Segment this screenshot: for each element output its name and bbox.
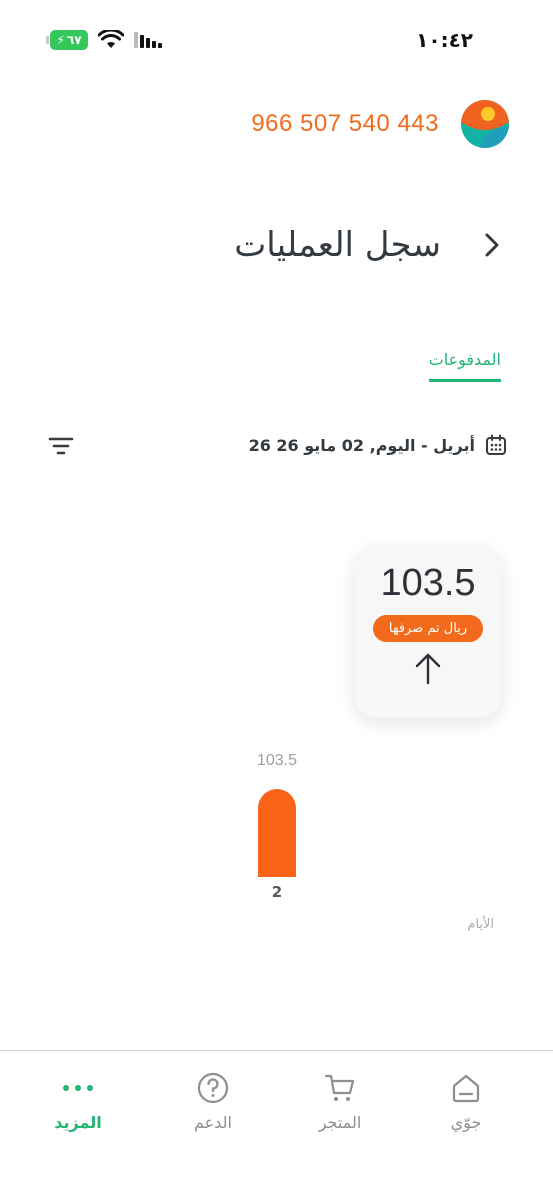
- nav-item-more[interactable]: المزيد: [28, 1071, 128, 1132]
- nav-label-support: الدعم: [194, 1113, 232, 1132]
- arrow-up-icon: [415, 653, 441, 685]
- chart-svg: 103.5 2 الأيام: [257, 752, 494, 932]
- summary-card: 103.5 ريال تم صرفها: [354, 544, 502, 718]
- battery-level: ٦٧: [66, 33, 82, 47]
- avatar[interactable]: [461, 100, 509, 148]
- account-header: 966 507 540 443: [251, 100, 509, 148]
- help-icon: [197, 1072, 229, 1104]
- spending-chart: 103.5 2 الأيام: [0, 740, 553, 940]
- chart-bar[interactable]: [258, 789, 296, 877]
- nav-item-home[interactable]: جوّي: [416, 1071, 516, 1132]
- home-icon: [452, 1074, 480, 1103]
- nav-label-more: المزيد: [54, 1113, 102, 1132]
- status-bar: ⚡ ٦٧ ١٠:٤٢: [0, 0, 553, 80]
- tab-payments[interactable]: المدفوعات: [428, 350, 501, 382]
- date-range[interactable]: 26 أبريل - اليوم, 02 مايو 26: [249, 434, 507, 456]
- bolt-icon: ⚡: [56, 33, 65, 47]
- nav-label-home: جوّي: [450, 1113, 482, 1132]
- nav-item-store[interactable]: المتجر: [290, 1071, 390, 1132]
- date-range-text: 26 أبريل - اليوم, 02 مايو 26: [248, 435, 475, 455]
- summary-badge: ريال تم صرفها: [372, 615, 484, 642]
- nav-item-support[interactable]: الدعم: [163, 1071, 263, 1132]
- signal-icon: [134, 32, 162, 48]
- date-filter-row: 26 أبريل - اليوم, 02 مايو 26: [48, 434, 507, 458]
- wifi-icon: [98, 30, 124, 48]
- chart-category-label: 2: [272, 883, 282, 901]
- calendar-icon: [486, 434, 506, 455]
- cart-icon: [324, 1074, 355, 1101]
- nav-label-store: المتجر: [318, 1113, 362, 1132]
- account-phone-number: 966 507 540 443: [251, 110, 439, 137]
- chart-x-axis-label: الأيام: [467, 915, 494, 932]
- page-header: سجل العمليات: [234, 225, 503, 265]
- tabs: المدفوعات: [428, 350, 501, 382]
- chart-value-label: 103.5: [257, 752, 297, 769]
- bottom-nav: المزيد الدعم المتجر جوّي: [0, 1050, 553, 1200]
- status-icons: ⚡ ٦٧: [46, 30, 162, 50]
- more-icon: [61, 1071, 95, 1105]
- battery-icon: ⚡ ٦٧: [46, 30, 88, 50]
- status-time: ١٠:٤٢: [416, 28, 473, 52]
- filter-icon[interactable]: [48, 434, 74, 458]
- chevron-right-icon[interactable]: [481, 232, 503, 258]
- screen: ⚡ ٦٧ ١٠:٤٢ 966 507 540 443 سجل العمليات …: [0, 0, 553, 1200]
- page-title: سجل العمليات: [234, 225, 441, 265]
- summary-amount: 103.5: [380, 562, 476, 604]
